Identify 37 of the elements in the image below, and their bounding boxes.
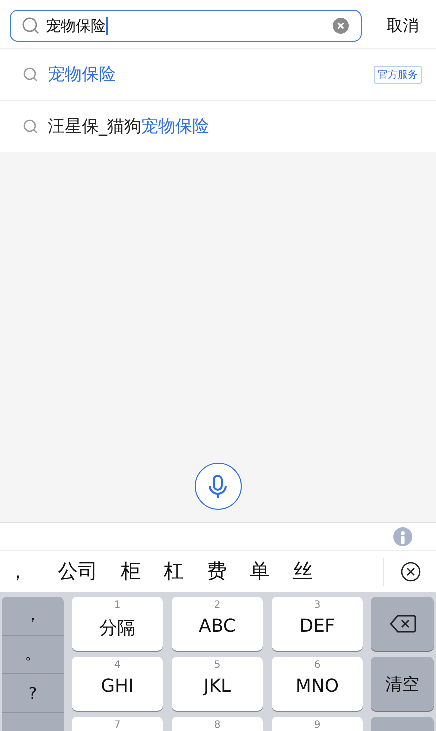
suggestion-text: 汪星保_猫狗宠物保险: [48, 116, 210, 138]
symbol-key[interactable]: ，: [2, 597, 64, 636]
microphone-icon: [208, 474, 228, 500]
suggestion-text: 宠物保险: [48, 64, 117, 86]
keypad-key[interactable]: 6 MNO: [272, 657, 363, 711]
candidate-word[interactable]: 公司: [58, 558, 98, 585]
search-icon: [22, 17, 40, 35]
candidate-word[interactable]: 丝: [293, 558, 313, 585]
symbol-key[interactable]: 。: [2, 636, 64, 674]
search-field[interactable]: 宠物保险: [10, 10, 362, 42]
search-icon: [23, 118, 39, 134]
clear-icon[interactable]: [333, 18, 349, 34]
candidate-word[interactable]: 柜: [121, 558, 141, 585]
voice-button[interactable]: [194, 463, 242, 510]
clear-key[interactable]: 清空: [371, 657, 434, 711]
keypad-key[interactable]: 1 分隔: [72, 597, 163, 651]
candidate-word[interactable]: ，: [8, 558, 28, 585]
symbol-key[interactable]: ?: [2, 674, 64, 714]
suggestion-row[interactable]: 汪星保_猫狗宠物保险: [0, 100, 436, 152]
keypad-key[interactable]: 7: [72, 717, 163, 731]
keypad-key[interactable]: 2 ABC: [172, 597, 263, 651]
keypad-key[interactable]: 3 DEF: [272, 597, 363, 651]
candidate-word[interactable]: 单: [250, 558, 270, 585]
cancel-button[interactable]: 取消: [370, 16, 436, 36]
candidate-word[interactable]: 费: [207, 558, 227, 585]
keypad-key[interactable]: 9: [272, 717, 363, 731]
close-icon[interactable]: [401, 562, 421, 582]
candidate-word[interactable]: 杠: [164, 558, 184, 585]
keypad-key[interactable]: 8: [172, 717, 263, 731]
search-icon: [23, 66, 39, 82]
keypad-key[interactable]: 4 GHI: [72, 657, 163, 711]
suggestion-row[interactable]: 宠物保险 官方服务: [0, 48, 436, 100]
backspace-icon: [390, 615, 416, 633]
official-badge: 官方服务: [374, 66, 422, 84]
backspace-key[interactable]: [371, 597, 434, 651]
search-text: 宠物保险: [46, 16, 106, 36]
keypad-key[interactable]: 5 JKL: [172, 657, 263, 711]
